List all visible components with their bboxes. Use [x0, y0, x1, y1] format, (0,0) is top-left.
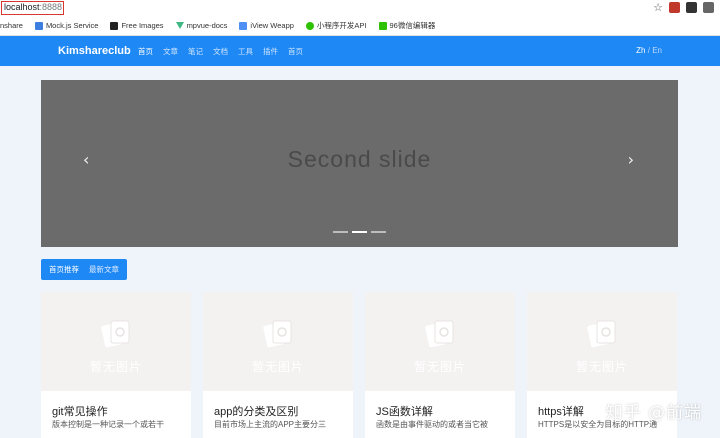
lang-en[interactable]: En [652, 46, 662, 55]
card-image-placeholder: 暂无图片 [203, 292, 353, 391]
nav-link-plugins[interactable]: 插件 [263, 46, 278, 57]
card-image-placeholder: 暂无图片 [41, 292, 191, 391]
bookmark-item[interactable]: mpvue-docs [175, 21, 228, 30]
nav-link-home-2[interactable]: 首页 [288, 46, 303, 57]
article-tabs: 首页推荐 最新文章 [41, 259, 127, 280]
image-placeholder-icon [263, 320, 292, 348]
image-placeholder-icon [587, 320, 616, 348]
tab-latest[interactable]: 最新文章 [89, 264, 119, 275]
lang-separator: / [647, 46, 650, 55]
bookmark-item[interactable]: 96微信编辑器 [378, 20, 436, 31]
card-description: 目前市场上主流的APP主要分三 [214, 420, 327, 429]
slide-caption: Second slide [287, 146, 432, 172]
bookmark-label: nshare [0, 21, 23, 30]
url-field[interactable]: localhost:8888 [1, 1, 64, 15]
nav-link-tools[interactable]: 工具 [238, 46, 253, 57]
no-image-label: 暂无图片 [413, 360, 466, 374]
article-cards: 暂无图片 git常见操作 版本控制是一种记录一个或若干 暂无图片 app的分类及… [41, 292, 678, 438]
watermark-text: 知乎 @前端 [605, 403, 702, 423]
tab-recommended[interactable]: 首页推荐 [49, 264, 79, 275]
bookmark-item[interactable]: Free Images [110, 21, 164, 30]
editor-icon [378, 21, 387, 30]
address-bar: localhost:8888 ☆ [0, 0, 720, 16]
bookmark-label: 96微信编辑器 [389, 21, 436, 30]
bookmark-item[interactable]: iView Weapp [239, 21, 294, 30]
card-image-placeholder: 暂无图片 [527, 292, 677, 391]
bookmark-label: 小程序开发API [316, 21, 367, 30]
image-placeholder-icon [425, 320, 454, 348]
url-port: :8888 [39, 2, 63, 12]
browser-toolbar-icons: ☆ [653, 2, 714, 13]
page-icon [239, 21, 248, 30]
bookmark-label: mpvue-docs [186, 21, 228, 30]
article-card[interactable]: 暂无图片 git常见操作 版本控制是一种记录一个或若干 [41, 292, 191, 438]
site-brand[interactable]: Kimshareclub [58, 45, 131, 57]
carousel-indicator[interactable] [333, 231, 348, 233]
card-image-placeholder: 暂无图片 [365, 292, 515, 391]
article-card[interactable]: 暂无图片 app的分类及区别 目前市场上主流的APP主要分三 [203, 292, 353, 438]
card-description: 版本控制是一种记录一个或若干 [52, 420, 164, 429]
carousel-indicator-active[interactable] [352, 231, 367, 233]
bookmark-label: Mock.js Service [45, 21, 99, 30]
bookmark-label: iView Weapp [250, 21, 294, 30]
nav-link-notes[interactable]: 笔记 [188, 46, 203, 57]
page-icon [34, 21, 43, 30]
article-card[interactable]: 暂无图片 JS函数详解 函数是由事件驱动的或者当它被 [365, 292, 515, 438]
bookmark-item[interactable]: nshare [0, 21, 23, 30]
extension-icon[interactable] [703, 2, 714, 13]
nav-link-docs[interactable]: 文档 [213, 46, 228, 57]
extension-icon[interactable] [686, 2, 697, 13]
carousel-next-icon[interactable]: › [628, 150, 634, 169]
bookmarks-bar: nshare Mock.js Service Free Images mpvue… [0, 16, 720, 36]
carousel: Second slide ‹ › [41, 80, 678, 247]
nav-link-home[interactable]: 首页 [138, 46, 153, 57]
extension-icon[interactable] [669, 2, 680, 13]
nav-links: 首页 文章 笔记 文档 工具 插件 首页 [138, 46, 303, 57]
no-image-label: 暂无图片 [251, 360, 304, 374]
card-title[interactable]: git常见操作 [52, 403, 108, 419]
wechat-icon [305, 21, 314, 30]
camera-icon [110, 21, 119, 30]
nav-link-articles[interactable]: 文章 [163, 46, 178, 57]
vue-icon [175, 21, 184, 29]
language-switch: Zh / En [636, 46, 662, 55]
carousel-indicators [41, 231, 678, 233]
card-title[interactable]: app的分类及区别 [214, 403, 298, 419]
carousel-prev-icon[interactable]: ‹ [83, 150, 89, 169]
bookmark-item[interactable]: 小程序开发API [305, 20, 367, 31]
lang-zh[interactable]: Zh [636, 46, 645, 55]
card-description: 函数是由事件驱动的或者当它被 [376, 420, 488, 429]
no-image-label: 暂无图片 [89, 360, 142, 374]
card-title[interactable]: https详解 [538, 403, 584, 419]
url-host: localhost [4, 2, 40, 12]
card-title[interactable]: JS函数详解 [376, 403, 433, 419]
site-navbar: Kimshareclub 首页 文章 笔记 文档 工具 插件 首页 Zh / E… [0, 36, 720, 66]
carousel-indicator[interactable] [371, 231, 386, 233]
bookmark-item[interactable]: Mock.js Service [34, 21, 99, 30]
image-placeholder-icon [101, 320, 130, 348]
bookmark-label: Free Images [121, 21, 164, 30]
no-image-label: 暂无图片 [575, 360, 628, 374]
bookmark-star-icon[interactable]: ☆ [653, 2, 663, 13]
